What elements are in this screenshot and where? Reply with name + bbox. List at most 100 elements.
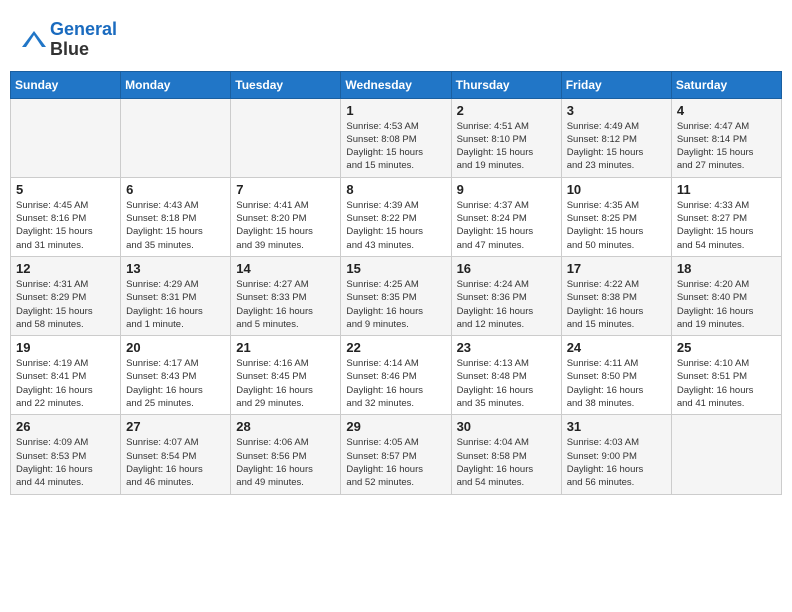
calendar-cell <box>11 98 121 177</box>
day-number: 30 <box>457 419 556 434</box>
cell-info: Sunrise: 4:14 AM Sunset: 8:46 PM Dayligh… <box>346 357 445 410</box>
calendar-cell: 2 Sunrise: 4:51 AM Sunset: 8:10 PM Daylig… <box>451 98 561 177</box>
cell-info: Sunrise: 4:07 AM Sunset: 8:54 PM Dayligh… <box>126 436 225 489</box>
cell-info: Sunrise: 4:53 AM Sunset: 8:08 PM Dayligh… <box>346 120 445 173</box>
calendar-cell: 21 Sunrise: 4:16 AM Sunset: 8:45 PM Dayli… <box>231 336 341 415</box>
calendar-cell: 8Sunrise: 4:39 AM Sunset: 8:22 PM Daylig… <box>341 177 451 256</box>
calendar-cell: 28 Sunrise: 4:06 AM Sunset: 8:56 PM Dayli… <box>231 415 341 494</box>
cell-info: Sunrise: 4:37 AM Sunset: 8:24 PM Dayligh… <box>457 199 556 252</box>
cell-info: Sunrise: 4:13 AM Sunset: 8:48 PM Dayligh… <box>457 357 556 410</box>
calendar-table: SundayMondayTuesdayWednesdayThursdayFrid… <box>10 71 782 495</box>
day-number: 18 <box>677 261 776 276</box>
calendar-cell <box>231 98 341 177</box>
calendar-cell: 29 Sunrise: 4:05 AM Sunset: 8:57 PM Dayli… <box>341 415 451 494</box>
cell-info: Sunrise: 4:29 AM Sunset: 8:31 PM Dayligh… <box>126 278 225 331</box>
calendar-cell: 6 Sunrise: 4:43 AM Sunset: 8:18 PM Daylig… <box>121 177 231 256</box>
logo: GeneralBlue <box>20 20 117 60</box>
calendar-cell: 23 Sunrise: 4:13 AM Sunset: 8:48 PM Dayli… <box>451 336 561 415</box>
calendar-cell: 4 Sunrise: 4:47 AM Sunset: 8:14 PM Daylig… <box>671 98 781 177</box>
cell-info: Sunrise: 4:22 AM Sunset: 8:38 PM Dayligh… <box>567 278 666 331</box>
cell-info: Sunrise: 4:03 AM Sunset: 9:00 PM Dayligh… <box>567 436 666 489</box>
cell-info: Sunrise: 4:49 AM Sunset: 8:12 PM Dayligh… <box>567 120 666 173</box>
day-number: 1 <box>346 103 445 118</box>
cell-info: Sunrise: 4:09 AM Sunset: 8:53 PM Dayligh… <box>16 436 115 489</box>
cell-info: Sunrise: 4:24 AM Sunset: 8:36 PM Dayligh… <box>457 278 556 331</box>
day-of-week-header: Friday <box>561 71 671 98</box>
cell-info: Sunrise: 4:17 AM Sunset: 8:43 PM Dayligh… <box>126 357 225 410</box>
calendar-cell: 27 Sunrise: 4:07 AM Sunset: 8:54 PM Dayli… <box>121 415 231 494</box>
day-number: 12 <box>16 261 115 276</box>
cell-info: Sunrise: 4:31 AM Sunset: 8:29 PM Dayligh… <box>16 278 115 331</box>
calendar-header-row: SundayMondayTuesdayWednesdayThursdayFrid… <box>11 71 782 98</box>
day-number: 11 <box>677 182 776 197</box>
cell-info: Sunrise: 4:16 AM Sunset: 8:45 PM Dayligh… <box>236 357 335 410</box>
day-of-week-header: Tuesday <box>231 71 341 98</box>
calendar-cell: 19Sunrise: 4:19 AM Sunset: 8:41 PM Dayli… <box>11 336 121 415</box>
calendar-cell: 15 Sunrise: 4:25 AM Sunset: 8:35 PM Dayli… <box>341 256 451 335</box>
day-number: 13 <box>126 261 225 276</box>
day-number: 5 <box>16 182 115 197</box>
day-of-week-header: Monday <box>121 71 231 98</box>
cell-info: Sunrise: 4:51 AM Sunset: 8:10 PM Dayligh… <box>457 120 556 173</box>
cell-info: Sunrise: 4:06 AM Sunset: 8:56 PM Dayligh… <box>236 436 335 489</box>
logo-icon <box>20 29 48 51</box>
day-of-week-header: Wednesday <box>341 71 451 98</box>
calendar-cell: 1 Sunrise: 4:53 AM Sunset: 8:08 PM Daylig… <box>341 98 451 177</box>
cell-info: Sunrise: 4:10 AM Sunset: 8:51 PM Dayligh… <box>677 357 776 410</box>
day-number: 27 <box>126 419 225 434</box>
cell-info: Sunrise: 4:11 AM Sunset: 8:50 PM Dayligh… <box>567 357 666 410</box>
cell-info: Sunrise: 4:47 AM Sunset: 8:14 PM Dayligh… <box>677 120 776 173</box>
day-number: 25 <box>677 340 776 355</box>
cell-info: Sunrise: 4:25 AM Sunset: 8:35 PM Dayligh… <box>346 278 445 331</box>
day-number: 16 <box>457 261 556 276</box>
day-number: 29 <box>346 419 445 434</box>
calendar-week-row: 1 Sunrise: 4:53 AM Sunset: 8:08 PM Daylig… <box>11 98 782 177</box>
calendar-cell: 10 Sunrise: 4:35 AM Sunset: 8:25 PM Dayli… <box>561 177 671 256</box>
day-number: 20 <box>126 340 225 355</box>
day-number: 6 <box>126 182 225 197</box>
calendar-cell: 25 Sunrise: 4:10 AM Sunset: 8:51 PM Dayli… <box>671 336 781 415</box>
day-number: 3 <box>567 103 666 118</box>
day-number: 31 <box>567 419 666 434</box>
day-number: 7 <box>236 182 335 197</box>
calendar-week-row: 5Sunrise: 4:45 AM Sunset: 8:16 PM Daylig… <box>11 177 782 256</box>
cell-info: Sunrise: 4:43 AM Sunset: 8:18 PM Dayligh… <box>126 199 225 252</box>
day-number: 24 <box>567 340 666 355</box>
calendar-cell <box>121 98 231 177</box>
day-number: 17 <box>567 261 666 276</box>
cell-info: Sunrise: 4:41 AM Sunset: 8:20 PM Dayligh… <box>236 199 335 252</box>
day-number: 15 <box>346 261 445 276</box>
calendar-cell: 18 Sunrise: 4:20 AM Sunset: 8:40 PM Dayli… <box>671 256 781 335</box>
cell-info: Sunrise: 4:19 AM Sunset: 8:41 PM Dayligh… <box>16 357 115 410</box>
cell-info: Sunrise: 4:20 AM Sunset: 8:40 PM Dayligh… <box>677 278 776 331</box>
cell-info: Sunrise: 4:27 AM Sunset: 8:33 PM Dayligh… <box>236 278 335 331</box>
calendar-week-row: 12 Sunrise: 4:31 AM Sunset: 8:29 PM Dayli… <box>11 256 782 335</box>
day-number: 21 <box>236 340 335 355</box>
calendar-cell: 5Sunrise: 4:45 AM Sunset: 8:16 PM Daylig… <box>11 177 121 256</box>
calendar-cell: 20 Sunrise: 4:17 AM Sunset: 8:43 PM Dayli… <box>121 336 231 415</box>
calendar-cell: 16 Sunrise: 4:24 AM Sunset: 8:36 PM Dayli… <box>451 256 561 335</box>
logo-text: GeneralBlue <box>50 20 117 60</box>
cell-info: Sunrise: 4:35 AM Sunset: 8:25 PM Dayligh… <box>567 199 666 252</box>
cell-info: Sunrise: 4:33 AM Sunset: 8:27 PM Dayligh… <box>677 199 776 252</box>
day-number: 28 <box>236 419 335 434</box>
calendar-cell: 11 Sunrise: 4:33 AM Sunset: 8:27 PM Dayli… <box>671 177 781 256</box>
calendar-cell: 30 Sunrise: 4:04 AM Sunset: 8:58 PM Dayli… <box>451 415 561 494</box>
day-number: 26 <box>16 419 115 434</box>
day-number: 22 <box>346 340 445 355</box>
day-number: 10 <box>567 182 666 197</box>
calendar-cell: 12 Sunrise: 4:31 AM Sunset: 8:29 PM Dayli… <box>11 256 121 335</box>
calendar-cell: 31 Sunrise: 4:03 AM Sunset: 9:00 PM Dayli… <box>561 415 671 494</box>
calendar-cell: 26 Sunrise: 4:09 AM Sunset: 8:53 PM Dayli… <box>11 415 121 494</box>
calendar-cell: 22 Sunrise: 4:14 AM Sunset: 8:46 PM Dayli… <box>341 336 451 415</box>
day-number: 4 <box>677 103 776 118</box>
cell-info: Sunrise: 4:04 AM Sunset: 8:58 PM Dayligh… <box>457 436 556 489</box>
day-number: 2 <box>457 103 556 118</box>
day-of-week-header: Sunday <box>11 71 121 98</box>
day-number: 23 <box>457 340 556 355</box>
day-number: 8 <box>346 182 445 197</box>
calendar-cell: 7 Sunrise: 4:41 AM Sunset: 8:20 PM Daylig… <box>231 177 341 256</box>
calendar-cell: 14Sunrise: 4:27 AM Sunset: 8:33 PM Dayli… <box>231 256 341 335</box>
calendar-cell <box>671 415 781 494</box>
cell-info: Sunrise: 4:05 AM Sunset: 8:57 PM Dayligh… <box>346 436 445 489</box>
